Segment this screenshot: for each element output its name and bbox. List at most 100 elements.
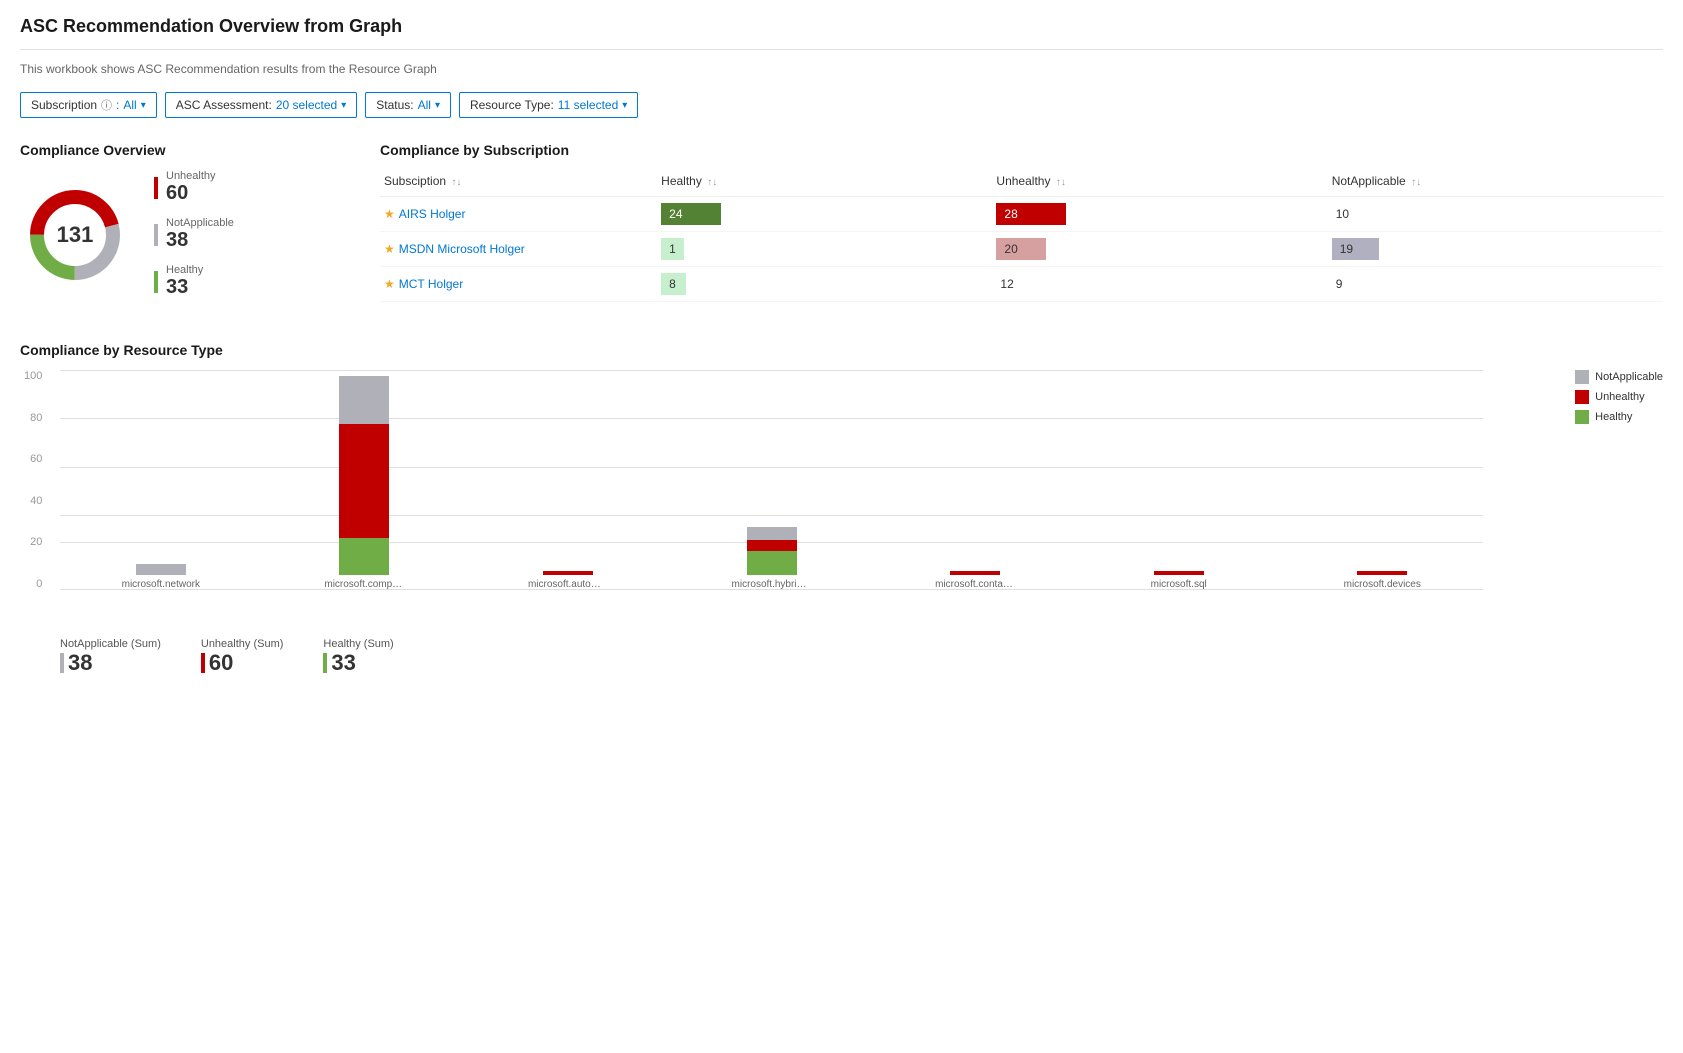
page-title: ASC Recommendation Overview from Graph <box>20 16 1663 37</box>
summary-healthy-value: 33 <box>331 650 355 676</box>
healthy-bar: 1 <box>661 238 684 260</box>
bar-label: microsoft.automation <box>528 579 608 590</box>
healthy-segment <box>747 551 797 575</box>
compliance-overview-section: Compliance Overview 131 <box>20 142 340 302</box>
col-subscription: Subsciption ↑↓ <box>380 170 657 197</box>
bar-group: microsoft.compute <box>264 375 466 590</box>
sort-icon-healthy[interactable]: ↑↓ <box>707 177 717 188</box>
resource-type-chart: 100 80 60 40 20 0 <box>20 370 1663 630</box>
healthy-bar: 24 <box>661 203 721 225</box>
unhealthy-legend-color <box>154 177 158 199</box>
stacked-bar <box>339 375 389 575</box>
unhealthy-chart-label: Unhealthy <box>1595 391 1645 403</box>
y-label-0: 0 <box>36 578 42 590</box>
bar-label: microsoft.devices <box>1344 579 1421 590</box>
bottom-summary: NotApplicable (Sum) 38 Unhealthy (Sum) 6… <box>20 638 1663 676</box>
na-value: 9 <box>1332 277 1343 291</box>
legend-healthy: Healthy 33 <box>154 264 234 299</box>
summary-notapplicable: NotApplicable (Sum) 38 <box>60 638 161 676</box>
notapplicable-legend-color <box>154 224 158 246</box>
bar-label: microsoft.compute <box>324 579 404 590</box>
star-icon: ★ <box>384 277 395 291</box>
y-label-100: 100 <box>24 370 42 382</box>
col-unhealthy: Unhealthy ↑↓ <box>992 170 1327 197</box>
bar-group: microsoft.network <box>60 564 262 590</box>
summary-unhealthy-value: 60 <box>209 650 233 676</box>
table-row: ★AIRS Holger242810 <box>380 197 1663 232</box>
summary-unhealthy-label: Unhealthy (Sum) <box>201 638 284 650</box>
sort-icon-notapplicable[interactable]: ↑↓ <box>1411 177 1421 188</box>
star-icon: ★ <box>384 207 395 221</box>
bar-group: microsoft.sql <box>1078 571 1280 590</box>
unhealthy-legend-value: 60 <box>166 182 216 205</box>
subscription-link[interactable]: MSDN Microsoft Holger <box>399 242 525 256</box>
sort-icon-unhealthy[interactable]: ↑↓ <box>1056 177 1066 188</box>
page-subtitle: This workbook shows ASC Recommendation r… <box>20 62 1663 76</box>
summary-unhealthy: Unhealthy (Sum) 60 <box>201 638 284 676</box>
compliance-subscription-section: Compliance by Subscription Subsciption ↑… <box>380 142 1663 302</box>
summary-healthy: Healthy (Sum) 33 <box>323 638 393 676</box>
na-segment <box>136 564 186 575</box>
unhealthy-segment <box>1357 571 1407 575</box>
summary-notapplicable-bar <box>60 653 64 673</box>
compliance-subscription-title: Compliance by Subscription <box>380 142 1663 158</box>
notapplicable-chart-color <box>1575 370 1589 384</box>
col-healthy: Healthy ↑↓ <box>657 170 992 197</box>
stacked-bar <box>950 571 1000 575</box>
compliance-resource-type-section: Compliance by Resource Type 100 80 60 40… <box>20 342 1663 676</box>
healthy-bar: 8 <box>661 273 686 295</box>
na-segment <box>339 376 389 424</box>
compliance-legend: Unhealthy 60 NotApplicable 38 <box>154 170 234 299</box>
summary-healthy-bar <box>323 653 327 673</box>
bar-label: microsoft.network <box>122 579 200 590</box>
unhealthy-bar: 20 <box>996 238 1046 260</box>
summary-notapplicable-value: 38 <box>68 650 92 676</box>
healthy-chart-label: Healthy <box>1595 411 1632 423</box>
healthy-chart-color <box>1575 410 1589 424</box>
bar-group: microsoft.automation <box>467 571 669 590</box>
col-notapplicable: NotApplicable ↑↓ <box>1328 170 1663 197</box>
asc-assessment-filter[interactable]: ASC Assessment: 20 selected ▾ <box>165 92 357 118</box>
bar-group: microsoft.hybridcompute <box>671 527 873 590</box>
unhealthy-segment <box>543 571 593 575</box>
sort-icon-subscription[interactable]: ↑↓ <box>451 177 461 188</box>
filters-bar: Subscription ⓘ : All ▾ ASC Assessment: 2… <box>20 92 1663 118</box>
compliance-resource-type-title: Compliance by Resource Type <box>20 342 1663 358</box>
unhealthy-segment <box>747 540 797 551</box>
subscription-filter[interactable]: Subscription ⓘ : All ▾ <box>20 92 157 118</box>
bar-group: microsoft.devices <box>1281 571 1483 590</box>
bar-label: microsoft.containerregistry <box>935 579 1015 590</box>
table-row: ★MSDN Microsoft Holger12019 <box>380 232 1663 267</box>
bar-group: microsoft.containerregistry <box>874 571 1076 590</box>
healthy-legend-label: Healthy <box>166 264 203 276</box>
na-value: 10 <box>1332 207 1349 221</box>
legend-unhealthy: Unhealthy 60 <box>154 170 234 205</box>
status-filter[interactable]: Status: All ▾ <box>365 92 451 118</box>
na-bar: 19 <box>1332 238 1380 260</box>
summary-unhealthy-bar <box>201 653 205 673</box>
stacked-bar <box>543 571 593 575</box>
unhealthy-segment <box>950 571 1000 575</box>
stacked-bar <box>136 564 186 575</box>
unhealthy-segment <box>339 424 389 538</box>
healthy-segment <box>339 538 389 575</box>
unhealthy-value: 12 <box>996 277 1013 291</box>
legend-item-healthy: Healthy <box>1575 410 1663 424</box>
subscription-link[interactable]: MCT Holger <box>399 277 463 291</box>
na-segment <box>747 527 797 540</box>
notapplicable-chart-label: NotApplicable <box>1595 371 1663 383</box>
subscription-table: Subsciption ↑↓ Healthy ↑↓ Unhealthy ↑↓ <box>380 170 1663 302</box>
y-label-20: 20 <box>30 536 42 548</box>
bar-label: microsoft.hybridcompute <box>732 579 812 590</box>
donut-total: 131 <box>57 222 94 248</box>
resource-type-filter[interactable]: Resource Type: 11 selected ▾ <box>459 92 638 118</box>
subscription-link[interactable]: AIRS Holger <box>399 207 466 221</box>
legend-item-unhealthy: Unhealthy <box>1575 390 1663 404</box>
unhealthy-chart-color <box>1575 390 1589 404</box>
healthy-legend-color <box>154 271 158 293</box>
y-label-40: 40 <box>30 495 42 507</box>
unhealthy-legend-label: Unhealthy <box>166 170 216 182</box>
notapplicable-legend-value: 38 <box>166 229 234 252</box>
legend-item-notapplicable: NotApplicable <box>1575 370 1663 384</box>
stacked-bar <box>1154 571 1204 575</box>
